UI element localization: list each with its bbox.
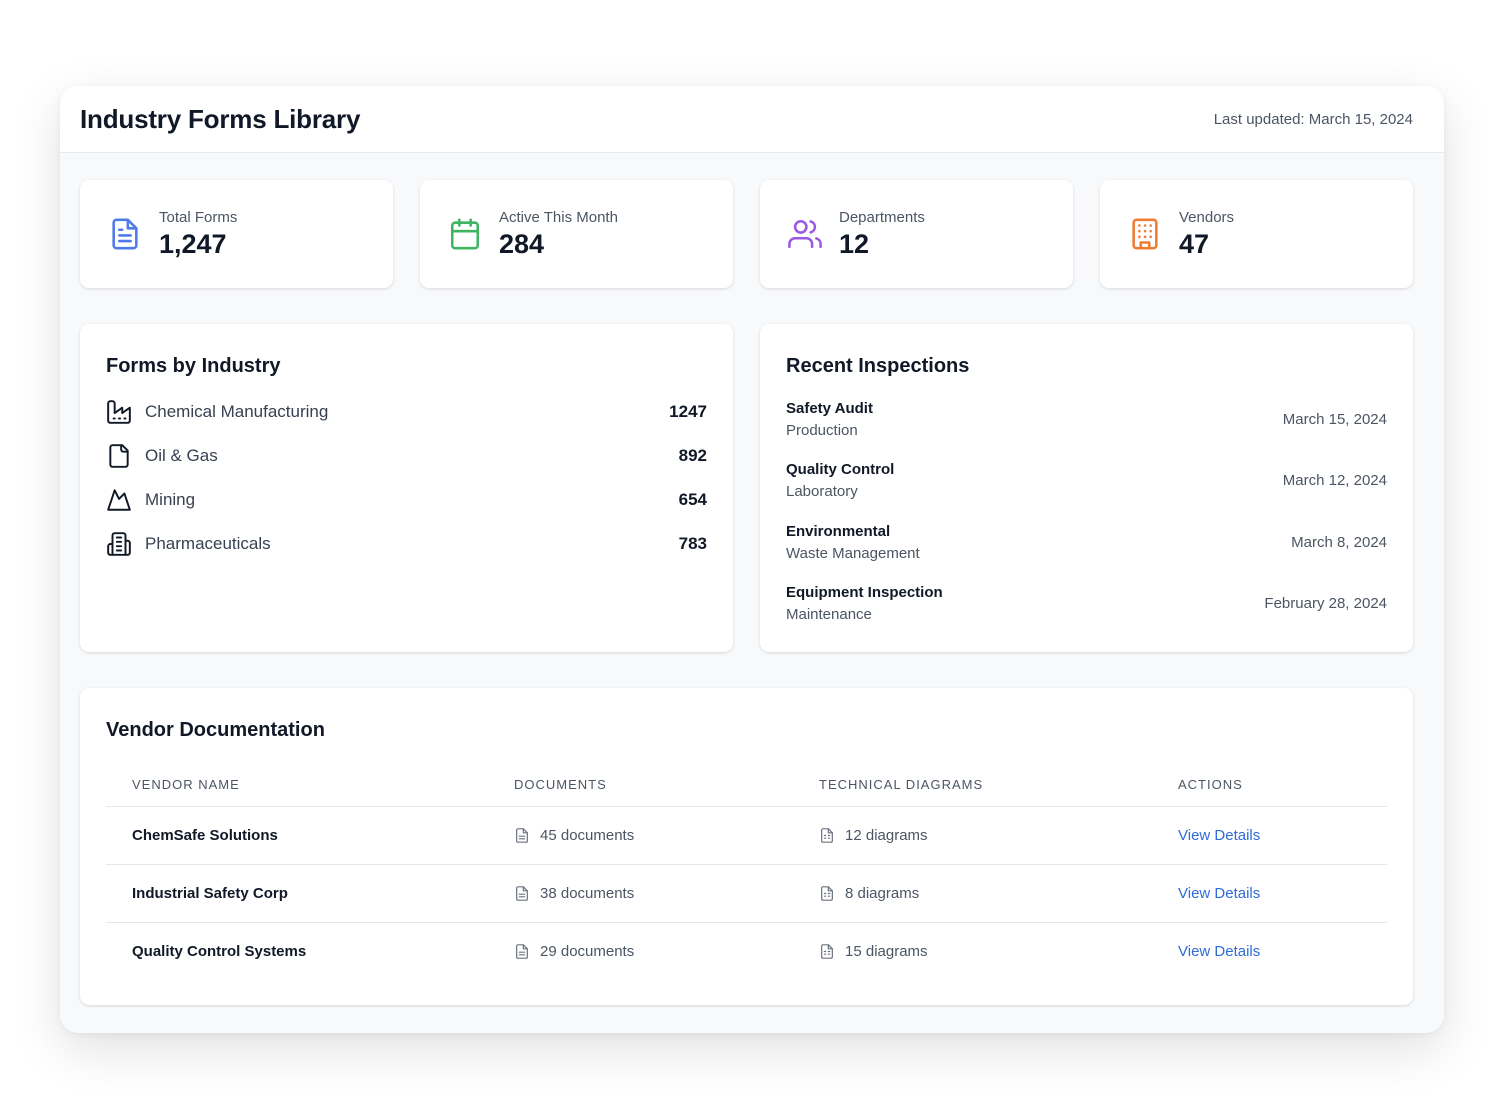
diagram-file-icon <box>821 828 833 843</box>
stat-card-active-this-month: Active This Month 284 <box>420 180 733 288</box>
column-header-actions: ACTIONS <box>1178 777 1243 792</box>
view-details-link[interactable]: View Details <box>1178 865 1260 922</box>
mountain-icon <box>107 489 131 511</box>
column-header-technical-diagrams: TECHNICAL DIAGRAMS <box>819 777 984 792</box>
diagrams-cell: 8 diagrams <box>819 865 919 922</box>
inspection-date: February 28, 2024 <box>1264 595 1387 612</box>
recent-inspections-panel: Recent Inspections Safety Audit Producti… <box>760 324 1413 652</box>
stat-card-total-forms: Total Forms 1,247 <box>80 180 393 288</box>
table-row: Quality Control Systems 29 documents 15 … <box>106 923 1387 980</box>
building-icon <box>1132 218 1158 250</box>
industry-row[interactable]: Pharmaceuticals 783 <box>106 529 707 559</box>
inspection-item[interactable]: Environmental Waste Management March 8, … <box>786 523 1387 569</box>
panel-title: Recent Inspections <box>786 355 970 377</box>
stat-value: 47 <box>1179 229 1210 259</box>
inspection-item[interactable]: Safety Audit Production March 15, 2024 <box>786 400 1387 446</box>
panel-title: Forms by Industry <box>106 355 281 377</box>
documents-cell: 29 documents <box>514 923 634 980</box>
page-title: Industry Forms Library <box>80 103 361 134</box>
diagrams-count: 15 diagrams <box>845 943 928 960</box>
industry-count: 783 <box>678 534 707 553</box>
pharma-building-icon <box>107 532 131 556</box>
industry-name: Oil & Gas <box>145 446 218 465</box>
industry-row[interactable]: Mining 654 <box>106 485 707 515</box>
header: Industry Forms Library Last updated: Mar… <box>60 86 1444 153</box>
table-header: VENDOR NAME DOCUMENTS TECHNICAL DIAGRAMS… <box>106 766 1387 807</box>
document-icon <box>516 944 528 959</box>
inspection-department: Maintenance <box>786 606 872 623</box>
document-icon <box>516 828 528 843</box>
table-row: Industrial Safety Corp 38 documents 8 di… <box>106 865 1387 923</box>
industry-count: 1247 <box>669 402 707 421</box>
panel-title: Vendor Documentation <box>106 719 325 741</box>
industry-count: 654 <box>678 490 707 509</box>
diagram-file-icon <box>821 886 833 901</box>
vendor-name: Quality Control Systems <box>132 943 307 960</box>
stat-value: 284 <box>499 229 545 259</box>
last-updated-text: Last updated: March 15, 2024 <box>1213 110 1413 128</box>
app-window: Industry Forms Library Last updated: Mar… <box>60 86 1444 1033</box>
diagrams-cell: 12 diagrams <box>819 807 928 864</box>
stat-card-departments: Departments 12 <box>760 180 1073 288</box>
file-icon <box>109 444 129 468</box>
inspection-department: Production <box>786 422 858 439</box>
documents-count: 38 documents <box>540 885 635 902</box>
stat-label: Total Forms <box>159 209 238 226</box>
document-icon <box>112 218 138 250</box>
inspection-item[interactable]: Quality Control Laboratory March 12, 202… <box>786 461 1387 507</box>
inspection-title: Safety Audit <box>786 400 873 417</box>
stat-label: Active This Month <box>499 209 618 226</box>
calendar-icon <box>450 218 480 250</box>
inspection-department: Waste Management <box>786 545 920 562</box>
inspection-title: Equipment Inspection <box>786 584 943 601</box>
vendor-documentation-panel: Vendor Documentation VENDOR NAME DOCUMEN… <box>80 688 1413 1005</box>
factory-icon <box>107 400 131 424</box>
industry-name: Chemical Manufacturing <box>145 402 329 421</box>
diagrams-count: 8 diagrams <box>845 885 920 902</box>
stat-value: 1,247 <box>159 229 227 259</box>
stat-value: 12 <box>839 229 870 259</box>
stat-label: Vendors <box>1179 209 1235 226</box>
inspection-date: March 12, 2024 <box>1282 472 1387 489</box>
industry-row[interactable]: Oil & Gas 892 <box>106 441 707 471</box>
column-header-vendor-name: VENDOR NAME <box>132 777 240 792</box>
diagrams-cell: 15 diagrams <box>819 923 928 980</box>
industry-count: 892 <box>678 446 707 465</box>
diagrams-count: 12 diagrams <box>845 827 928 844</box>
documents-cell: 38 documents <box>514 865 634 922</box>
forms-by-industry-panel: Forms by Industry Chemical Manufacturing… <box>80 324 733 652</box>
document-icon <box>516 886 528 901</box>
vendor-name: ChemSafe Solutions <box>132 827 278 844</box>
documents-count: 45 documents <box>540 827 635 844</box>
industry-name: Pharmaceuticals <box>145 534 271 553</box>
inspection-date: March 8, 2024 <box>1291 534 1387 551</box>
inspection-department: Laboratory <box>786 483 858 500</box>
industry-row[interactable]: Chemical Manufacturing 1247 <box>106 397 707 427</box>
view-details-link[interactable]: View Details <box>1178 923 1260 980</box>
diagram-file-icon <box>821 944 833 959</box>
industry-name: Mining <box>145 490 196 509</box>
inspection-title: Quality Control <box>786 461 895 478</box>
column-header-documents: DOCUMENTS <box>514 777 607 792</box>
inspection-date: March 15, 2024 <box>1282 411 1387 428</box>
documents-count: 29 documents <box>540 943 635 960</box>
stat-label: Departments <box>839 209 925 226</box>
inspection-title: Environmental <box>786 523 891 540</box>
vendor-name: Industrial Safety Corp <box>132 885 288 902</box>
stat-card-vendors: Vendors 47 <box>1100 180 1413 288</box>
inspection-item[interactable]: Equipment Inspection Maintenance Februar… <box>786 584 1387 630</box>
users-icon <box>788 219 822 249</box>
view-details-link[interactable]: View Details <box>1178 807 1260 864</box>
documents-cell: 45 documents <box>514 807 634 864</box>
vendor-table: VENDOR NAME DOCUMENTS TECHNICAL DIAGRAMS… <box>106 766 1387 980</box>
table-row: ChemSafe Solutions 45 documents 12 diagr… <box>106 807 1387 865</box>
